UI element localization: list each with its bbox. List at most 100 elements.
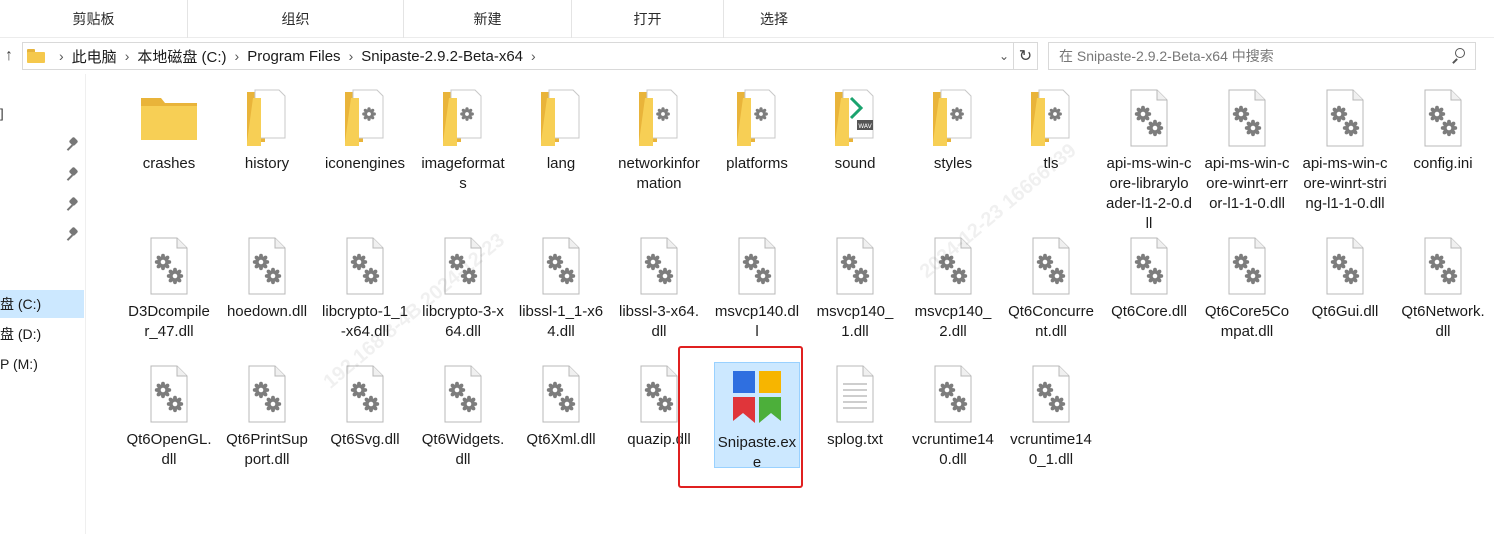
file-item[interactable]: libssl-1_1-x64.dll (518, 234, 604, 342)
item-label: libcrypto-3-x64.dll (422, 303, 504, 340)
settings-file-icon (823, 234, 887, 298)
ribbon-group-select[interactable]: 选择 (724, 0, 824, 38)
folder-item[interactable]: platforms (714, 86, 800, 174)
settings-file-icon (1117, 234, 1181, 298)
file-item[interactable]: api-ms-win-core-winrt-error-l1-1-0.dll (1204, 86, 1290, 214)
folder-item[interactable]: styles (910, 86, 996, 174)
file-item[interactable]: Snipaste.exe (714, 362, 800, 471)
item-label: vcruntime140_1.dll (1010, 431, 1092, 468)
file-item[interactable]: msvcp140.dll (714, 234, 800, 342)
file-item[interactable]: Qt6Core5Compat.dll (1204, 234, 1290, 342)
file-item[interactable]: vcruntime140_1.dll (1008, 362, 1094, 470)
file-item[interactable]: Qt6Svg.dll (322, 362, 408, 450)
chevron-down-icon[interactable]: ⌄ (994, 42, 1014, 70)
file-item[interactable]: msvcp140_1.dll (812, 234, 898, 342)
chevron-right-icon[interactable]: › (531, 48, 536, 64)
nav-item-drive-d[interactable]: 盘 (D:) (0, 320, 84, 348)
item-label: Qt6Network.dll (1401, 303, 1485, 340)
file-item[interactable]: hoedown.dll (224, 234, 310, 322)
file-item[interactable]: Qt6Network.dll (1400, 234, 1486, 342)
ribbon-group-clipboard[interactable]: 剪贴板 (0, 0, 188, 38)
file-item[interactable]: Qt6Concurrent.dll (1008, 234, 1094, 342)
address-bar[interactable]: › 此电脑 › 本地磁盘 (C:) › Program Files › Snip… (22, 42, 1014, 70)
file-item[interactable]: Qt6OpenGL.dll (126, 362, 212, 470)
folder-item[interactable]: WAV sound (812, 86, 898, 174)
file-item[interactable]: Qt6Gui.dll (1302, 234, 1388, 322)
nav-item-drive-m[interactable]: P (M:) (0, 350, 84, 378)
chevron-right-icon[interactable]: › (59, 48, 64, 64)
item-label: Qt6PrintSupport.dll (226, 431, 308, 468)
pin-icon[interactable] (66, 136, 79, 152)
item-label: styles (933, 155, 973, 172)
search-icon[interactable] (1451, 48, 1465, 64)
settings-file-icon (529, 234, 593, 298)
up-arrow-icon[interactable]: ↑ (0, 44, 18, 68)
svg-text:WAV: WAV (858, 123, 872, 130)
settings-file-icon (921, 362, 985, 426)
nav-item-drive-c[interactable]: 盘 (C:) (0, 290, 84, 318)
settings-file-icon (627, 234, 691, 298)
folder-item[interactable]: crashes (126, 86, 212, 174)
item-label: crashes (142, 155, 196, 172)
settings-file-icon (1411, 86, 1475, 150)
item-label: Qt6Xml.dll (526, 431, 596, 448)
item-label: imageformats (421, 155, 505, 192)
settings-file-icon (431, 234, 495, 298)
item-label: quazip.dll (627, 431, 691, 448)
item-label: platforms (726, 155, 788, 172)
file-item[interactable]: Qt6PrintSupport.dll (224, 362, 310, 470)
file-item[interactable]: quazip.dll (616, 362, 702, 450)
nav-stub-bracket: ] (0, 106, 4, 121)
pin-icon[interactable] (66, 226, 79, 242)
settings-file-icon (137, 234, 201, 298)
folder-item[interactable]: networkinformation (616, 86, 702, 194)
file-item[interactable]: libcrypto-3-x64.dll (420, 234, 506, 342)
ribbon-group-new[interactable]: 新建 (404, 0, 572, 38)
file-item[interactable]: Qt6Xml.dll (518, 362, 604, 450)
settings-file-icon (1215, 86, 1279, 150)
breadcrumb-snipaste[interactable]: Snipaste-2.9.2-Beta-x64 (361, 48, 523, 65)
file-item[interactable]: Qt6Core.dll (1106, 234, 1192, 322)
ribbon-group-organize[interactable]: 组织 (188, 0, 404, 38)
breadcrumb-local-disk[interactable]: 本地磁盘 (C:) (137, 46, 226, 67)
file-item[interactable]: config.ini (1400, 86, 1486, 174)
folder-item[interactable]: tls (1008, 86, 1094, 174)
settings-file-icon (235, 362, 299, 426)
file-item[interactable]: api-ms-win-core-libraryloader-l1-2-0.dll (1106, 86, 1192, 234)
settings-file-icon (137, 362, 201, 426)
file-item[interactable]: api-ms-win-core-winrt-string-l1-1-0.dll (1302, 86, 1388, 214)
item-label: api-ms-win-core-winrt-string-l1-1-0.dll (1302, 155, 1388, 212)
settings-file-icon (1215, 234, 1279, 298)
folder-item[interactable]: iconengines (322, 86, 408, 174)
chevron-right-icon[interactable]: › (125, 48, 130, 64)
chevron-right-icon[interactable]: › (235, 48, 240, 64)
file-item[interactable]: libcrypto-1_1-x64.dll (322, 234, 408, 342)
ribbon-group-open[interactable]: 打开 (572, 0, 724, 38)
file-item[interactable]: msvcp140_2.dll (910, 234, 996, 342)
file-item[interactable]: splog.txt (812, 362, 898, 450)
refresh-icon[interactable]: ↻ (1014, 42, 1038, 70)
folder-item[interactable]: imageformats (420, 86, 506, 194)
breadcrumb-program-files[interactable]: Program Files (247, 48, 340, 65)
settings-file-icon (1019, 362, 1083, 426)
file-item[interactable]: D3Dcompiler_47.dll (126, 234, 212, 342)
item-label: config.ini (1413, 155, 1473, 172)
folder-icon (921, 86, 985, 150)
file-item[interactable]: vcruntime140.dll (910, 362, 996, 470)
pin-icon[interactable] (66, 196, 79, 212)
settings-file-icon (1313, 86, 1377, 150)
item-label: api-ms-win-core-libraryloader-l1-2-0.dll (1106, 155, 1192, 232)
folder-item[interactable]: history (224, 86, 310, 174)
settings-file-icon (921, 234, 985, 298)
search-input[interactable]: 在 Snipaste-2.9.2-Beta-x64 中搜索 (1048, 42, 1476, 70)
breadcrumb-this-pc[interactable]: 此电脑 (72, 46, 117, 67)
pin-icon[interactable] (66, 166, 79, 182)
item-label: iconengines (324, 155, 406, 172)
item-label: Qt6Svg.dll (330, 431, 400, 448)
file-item[interactable]: libssl-3-x64.dll (616, 234, 702, 342)
folder-item[interactable]: lang (518, 86, 604, 174)
settings-file-icon (431, 362, 495, 426)
chevron-right-icon[interactable]: › (349, 48, 354, 64)
file-item[interactable]: Qt6Widgets.dll (420, 362, 506, 470)
text-file-icon (823, 362, 887, 426)
